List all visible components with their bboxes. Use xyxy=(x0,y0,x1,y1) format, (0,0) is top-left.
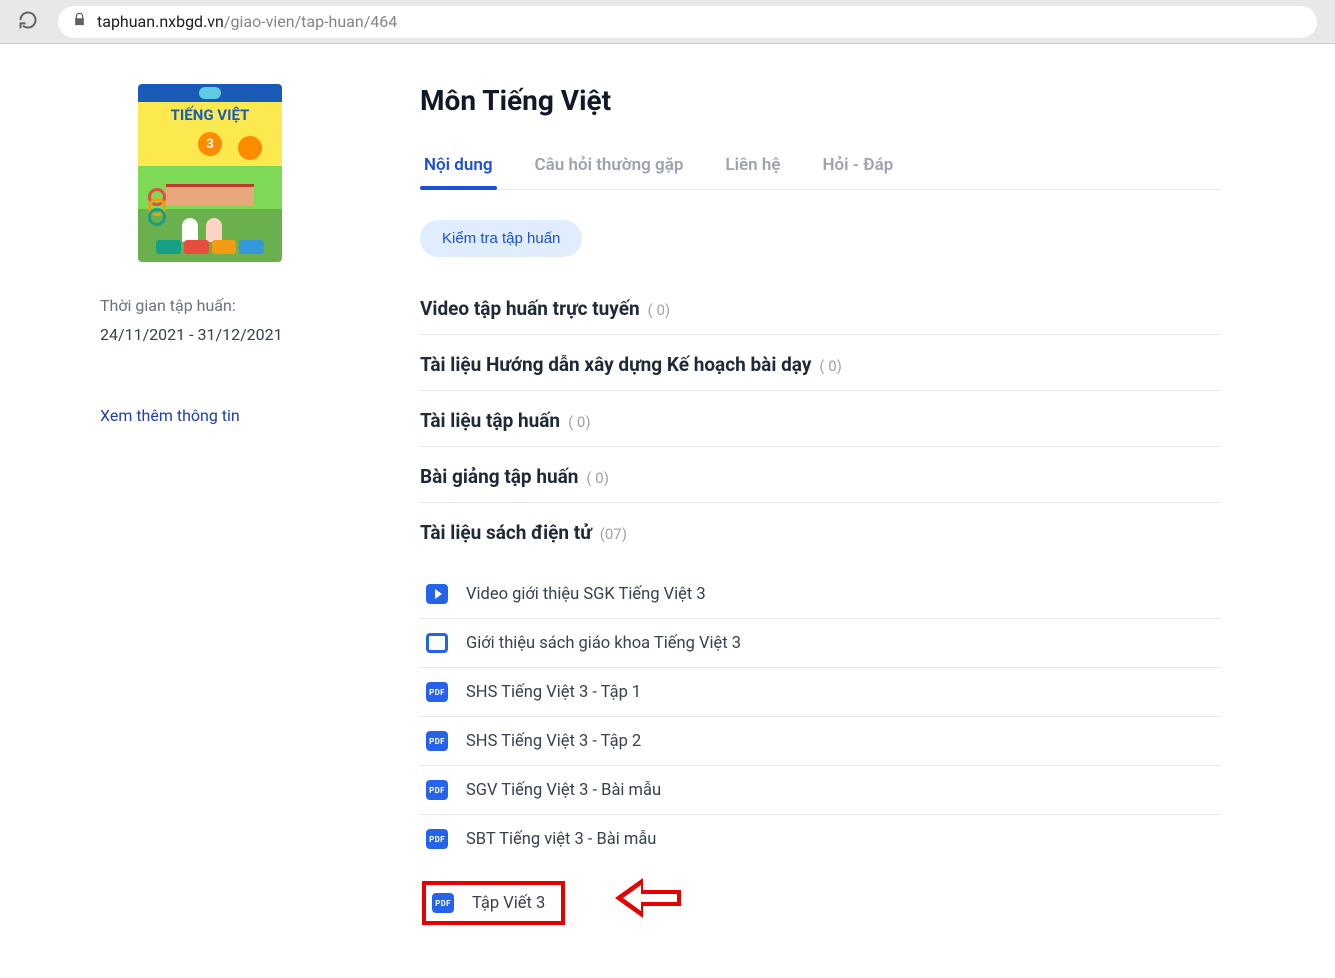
browser-address-bar: taphuan.nxbgd.vn/giao-vien/tap-huan/464 xyxy=(0,0,1335,44)
section-lesson-plan-guide[interactable]: Tài liệu Hướng dẫn xây dựng Kế hoạch bài… xyxy=(420,335,1220,391)
pdf-icon: PDF xyxy=(426,682,448,702)
pdf-icon: PDF xyxy=(432,893,454,913)
period-label: Thời gian tập huấn: xyxy=(100,292,360,319)
doc-item[interactable]: PDF SHS Tiếng Việt 3 - Tập 1 xyxy=(420,668,1220,717)
doc-label: SHS Tiếng Việt 3 - Tập 1 xyxy=(466,683,641,702)
doc-label: Tập Viết 3 xyxy=(472,894,555,913)
url-path: /giao-vien/tap-huan/464 xyxy=(224,12,397,31)
pdf-icon: PDF xyxy=(426,731,448,751)
doc-item-highlighted[interactable]: PDF Tập Viết 3 xyxy=(422,881,565,925)
doc-label: SGV Tiếng Việt 3 - Bài mẫu xyxy=(466,781,661,800)
lock-icon xyxy=(72,12,87,31)
doc-label: Giới thiệu sách giáo khoa Tiếng Việt 3 xyxy=(466,634,741,653)
doc-item[interactable]: PDF SHS Tiếng Việt 3 - Tập 2 xyxy=(420,717,1220,766)
sidebar: TIẾNG VIỆT 3 Thời gian tập huấn: 24/11/2… xyxy=(60,84,360,925)
url-host: taphuan.nxbgd.vn xyxy=(97,12,224,31)
section-training-docs[interactable]: Tài liệu tập huấn ( 0) xyxy=(420,391,1220,447)
doc-item[interactable]: PDF SGV Tiếng Việt 3 - Bài mẫu xyxy=(420,766,1220,815)
section-training-lectures[interactable]: Bài giảng tập huấn ( 0) xyxy=(420,447,1220,503)
document-list: Video giới thiệu SGK Tiếng Việt 3 Giới t… xyxy=(420,580,1220,925)
period-dates: 24/11/2021 - 31/12/2021 xyxy=(100,321,360,348)
doc-item[interactable]: Giới thiệu sách giáo khoa Tiếng Việt 3 xyxy=(420,619,1220,668)
reload-icon[interactable] xyxy=(18,10,38,34)
doc-label: Video giới thiệu SGK Tiếng Việt 3 xyxy=(466,585,706,604)
tab-content[interactable]: Nội dung xyxy=(420,145,497,189)
tab-contact[interactable]: Liên hệ xyxy=(721,145,784,189)
content-area: Môn Tiếng Việt Nội dung Câu hỏi thường g… xyxy=(420,84,1220,925)
tab-bar: Nội dung Câu hỏi thường gặp Liên hệ Hỏi … xyxy=(420,145,1220,190)
book-cover-image: TIẾNG VIỆT 3 xyxy=(138,84,282,262)
video-icon xyxy=(426,584,448,604)
doc-label: SBT Tiếng việt 3 - Bài mẫu xyxy=(466,830,656,849)
pdf-icon: PDF xyxy=(426,780,448,800)
more-info-link[interactable]: Xem thêm thông tin xyxy=(60,406,360,425)
training-period: Thời gian tập huấn: 24/11/2021 - 31/12/2… xyxy=(60,292,360,348)
tab-qa[interactable]: Hỏi - Đáp xyxy=(819,145,898,189)
check-training-button[interactable]: Kiểm tra tập huấn xyxy=(420,220,582,257)
slide-icon xyxy=(426,633,448,653)
tab-faq[interactable]: Câu hỏi thường gặp xyxy=(531,145,688,189)
pdf-icon: PDF xyxy=(426,829,448,849)
doc-item[interactable]: Video giới thiệu SGK Tiếng Việt 3 xyxy=(420,580,1220,619)
doc-label: SHS Tiếng Việt 3 - Tập 2 xyxy=(466,732,641,751)
doc-item[interactable]: PDF SBT Tiếng việt 3 - Bài mẫu xyxy=(420,815,1220,863)
section-ebooks[interactable]: Tài liệu sách điện tử (07) xyxy=(420,503,1220,558)
url-input[interactable]: taphuan.nxbgd.vn/giao-vien/tap-huan/464 xyxy=(58,6,1317,38)
page-title: Môn Tiếng Việt xyxy=(420,84,1220,117)
arrow-left-icon xyxy=(615,878,685,918)
annotation-highlight: PDF Tập Viết 3 xyxy=(420,871,1220,925)
section-video-training[interactable]: Video tập huấn trực tuyến ( 0) xyxy=(420,279,1220,335)
